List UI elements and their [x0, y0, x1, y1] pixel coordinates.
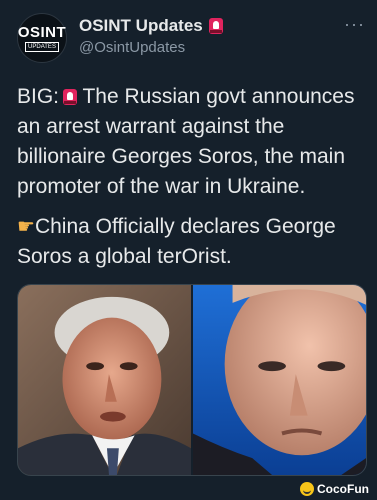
- tweet-prefix: BIG:: [17, 85, 60, 108]
- user-handle[interactable]: @OsintUpdates: [79, 39, 185, 56]
- avatar-subtext: UPDATES: [25, 41, 59, 52]
- smiley-icon: [300, 482, 314, 496]
- name-row: OSINT Updates: [79, 16, 223, 36]
- tweet-text: BIG: The Russian govt announces an arres…: [17, 82, 367, 272]
- siren-icon: [208, 18, 223, 34]
- avatar[interactable]: OSINT UPDATES: [17, 13, 67, 63]
- avatar-text: OSINT: [17, 23, 67, 41]
- older-man-photo[interactable]: [18, 285, 191, 475]
- watermark: CocoFun: [300, 482, 369, 496]
- watermark-label: CocoFun: [317, 482, 369, 496]
- tweet-header: OSINT UPDATES OSINT Updates @OsintUpdate…: [17, 10, 367, 68]
- display-name[interactable]: OSINT Updates: [79, 16, 203, 36]
- tweet-media[interactable]: [17, 284, 367, 476]
- pointing-hand-icon: ☛: [17, 216, 35, 238]
- siren-icon: [63, 89, 78, 105]
- tweet-line-2: China Officially declares George Soros a…: [17, 215, 336, 268]
- tweet-paragraph-2: ☛China Officially declares George Soros …: [17, 212, 367, 272]
- tweet-paragraph-1: BIG: The Russian govt announces an arres…: [17, 82, 367, 202]
- man-in-suit-photo[interactable]: [191, 285, 366, 475]
- more-options-button[interactable]: ···: [344, 14, 365, 35]
